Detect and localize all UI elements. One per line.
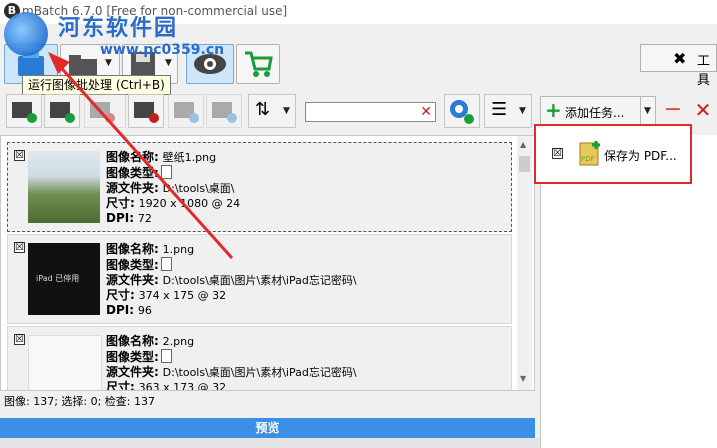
annotation-arrow — [48, 52, 234, 260]
